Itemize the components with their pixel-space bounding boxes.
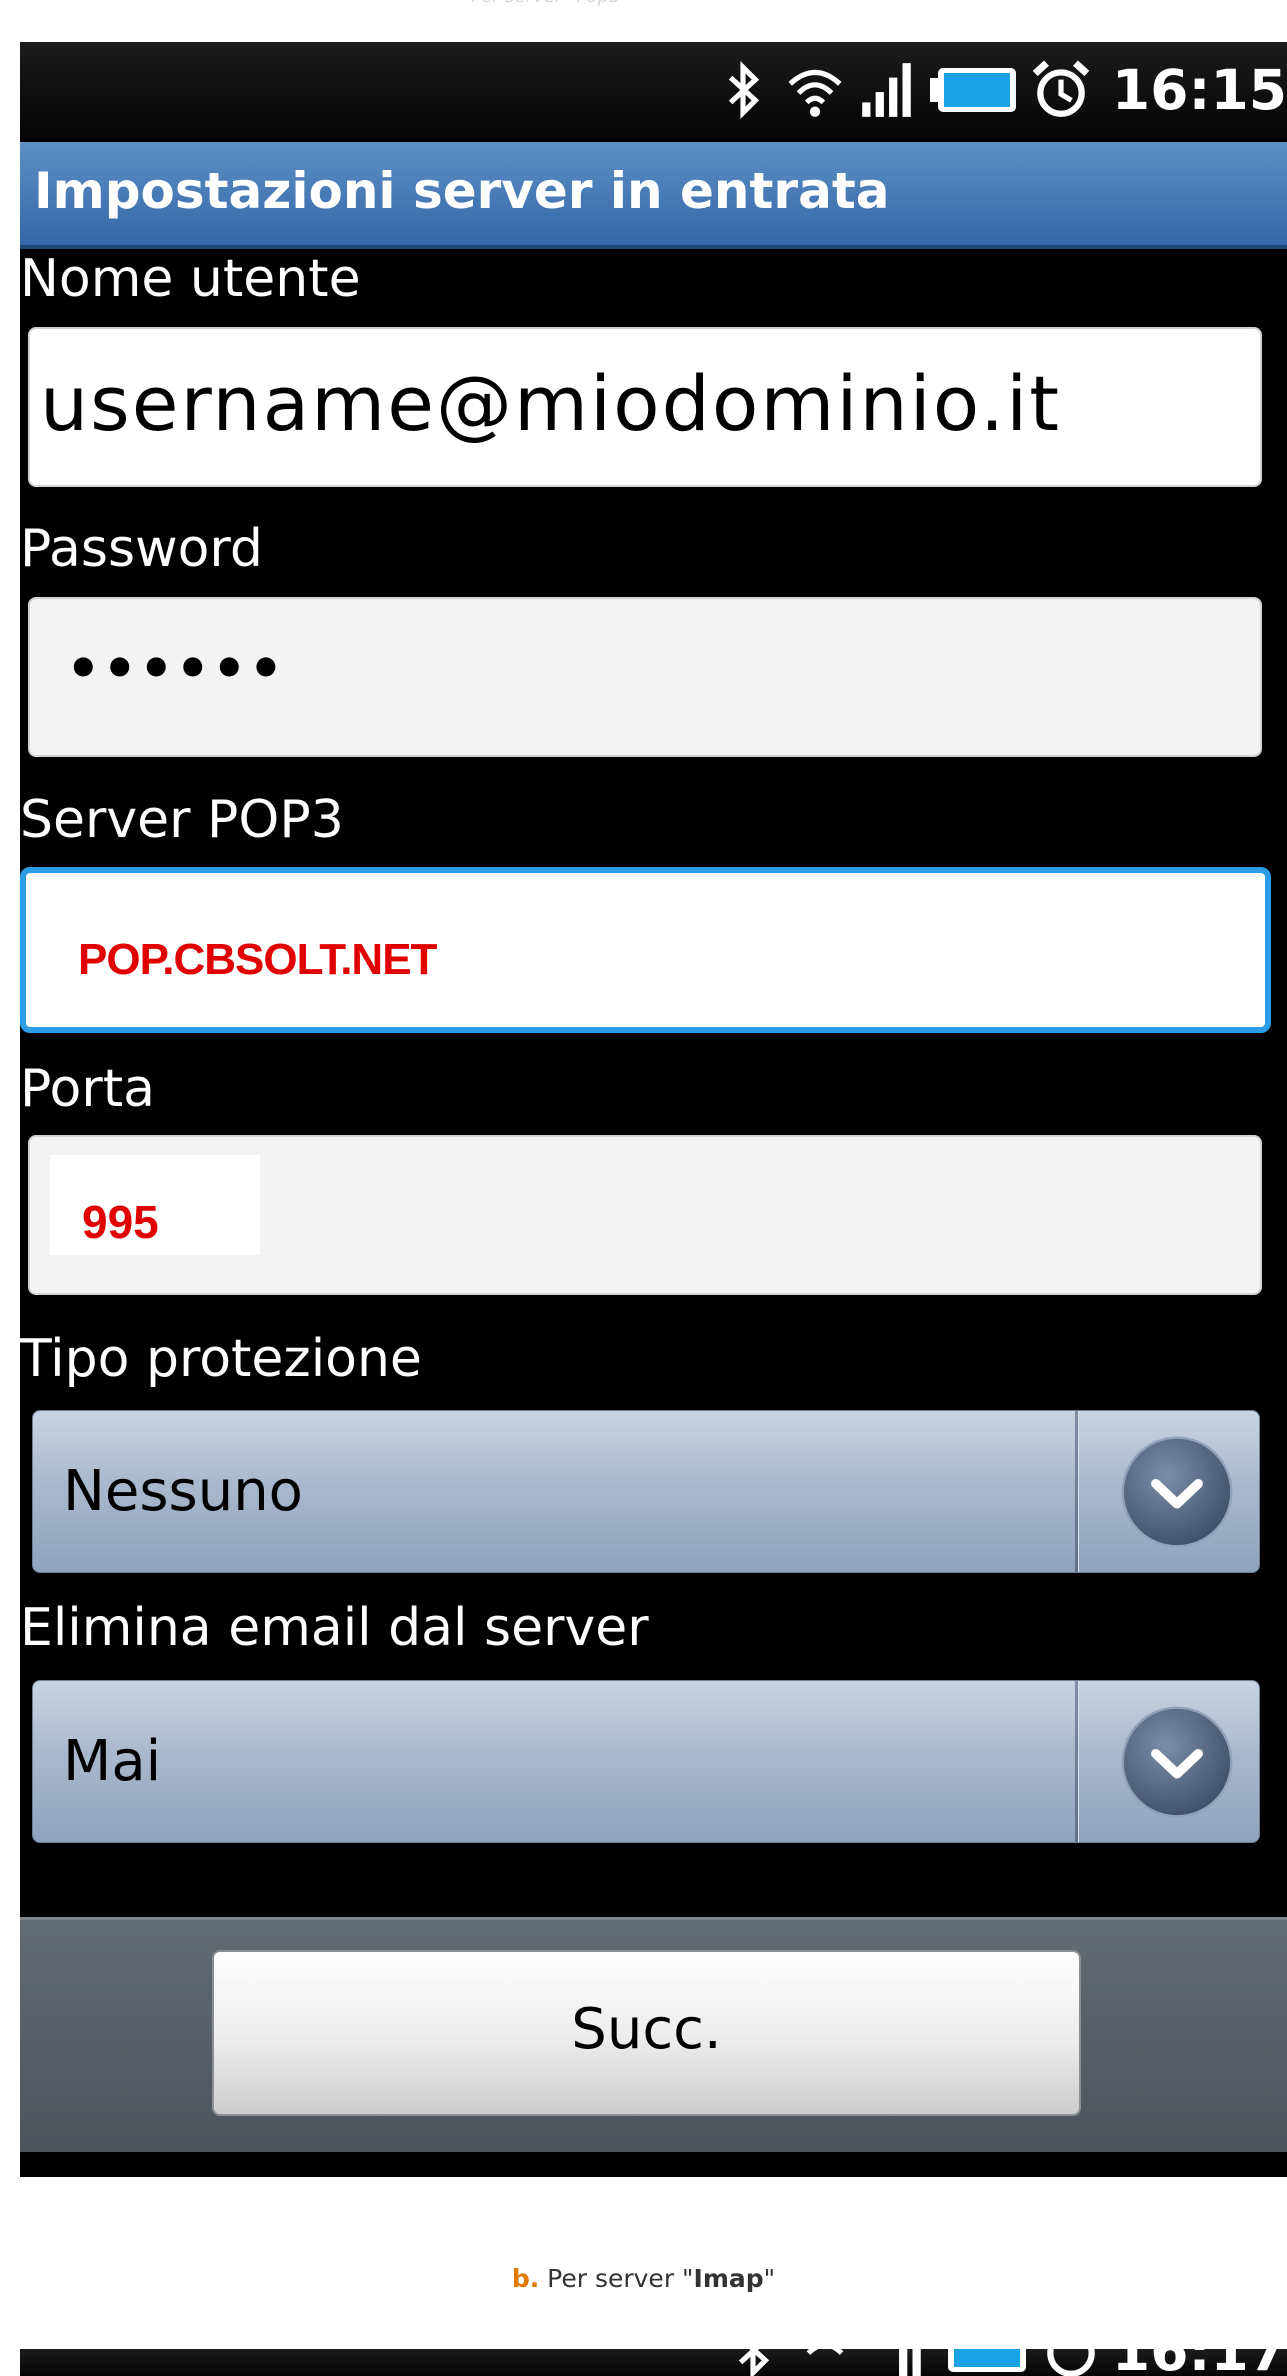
password-label: Password <box>20 519 263 579</box>
title-bar: Impostazioni server in entrata <box>20 142 1287 249</box>
port-label: Porta <box>20 1059 155 1119</box>
security-type-dropdown[interactable]: Nessuno <box>32 1410 1260 1573</box>
username-field[interactable]: username@miodominio.it <box>28 327 1262 487</box>
security-type-value: Nessuno <box>63 1459 303 1524</box>
page: Per server "Pop3" <box>0 0 1287 2376</box>
status-bar: 16:15 <box>20 42 1287 138</box>
bluetooth-icon <box>722 2349 784 2376</box>
phone-screenshot-pop3: 16:15 Impostazioni server in entrata Nom… <box>20 42 1287 2177</box>
bluetooth-icon <box>712 59 774 121</box>
dropdown-divider <box>1075 1411 1079 1572</box>
bottom-action-bar: Succ. <box>20 1917 1287 2152</box>
chevron-down-icon[interactable] <box>1118 1433 1236 1551</box>
server-value: POP.CBSOLT.NET <box>78 935 437 984</box>
password-value: •••••• <box>66 637 286 700</box>
delete-email-dropdown[interactable]: Mai <box>32 1680 1260 1843</box>
caption-strong: Imap <box>693 2264 764 2293</box>
server-field[interactable]: POP.CBSOLT.NET <box>20 867 1271 1033</box>
signal-icon <box>856 59 918 121</box>
wifi-icon <box>794 2349 856 2376</box>
battery-icon <box>928 59 1020 121</box>
status-time: 16:17 <box>1112 2349 1287 2376</box>
signal-icon <box>866 2349 928 2376</box>
next-button[interactable]: Succ. <box>212 1950 1081 2116</box>
security-type-label: Tipo protezione <box>20 1329 422 1389</box>
delete-email-value: Mai <box>63 1729 162 1794</box>
caption-letter: b. <box>511 2264 540 2293</box>
chevron-down-icon[interactable] <box>1118 1703 1236 1821</box>
cutoff-caption-top: Per server "Pop3" <box>470 0 830 14</box>
dropdown-divider <box>1075 1681 1079 1842</box>
status-bar: 16:17 <box>20 2349 1287 2376</box>
wifi-icon <box>784 59 846 121</box>
phone-screenshot-imap: 16:17 <box>20 2349 1287 2376</box>
page-title: Impostazioni server in entrata <box>34 162 890 220</box>
caption-prefix: Per server " <box>539 2264 694 2293</box>
port-field[interactable]: 995 <box>28 1135 1262 1295</box>
username-value: username@miodominio.it <box>40 359 1062 448</box>
next-button-label: Succ. <box>571 1997 722 2062</box>
battery-icon <box>938 2349 1030 2376</box>
server-label: Server POP3 <box>20 790 344 850</box>
status-time: 16:15 <box>1111 58 1287 122</box>
delete-email-label: Elimina email dal server <box>20 1598 649 1658</box>
status-icons: 16:15 <box>712 42 1287 138</box>
alarm-icon <box>1040 2349 1102 2376</box>
password-field[interactable]: •••••• <box>28 597 1262 757</box>
caption-imap: b. Per server "Imap" <box>0 2264 1287 2293</box>
alarm-icon <box>1030 59 1092 121</box>
username-label: Nome utente <box>20 249 361 309</box>
port-value: 995 <box>82 1196 159 1248</box>
caption-suffix: " <box>763 2264 776 2293</box>
status-icons: 16:17 <box>722 2349 1287 2376</box>
